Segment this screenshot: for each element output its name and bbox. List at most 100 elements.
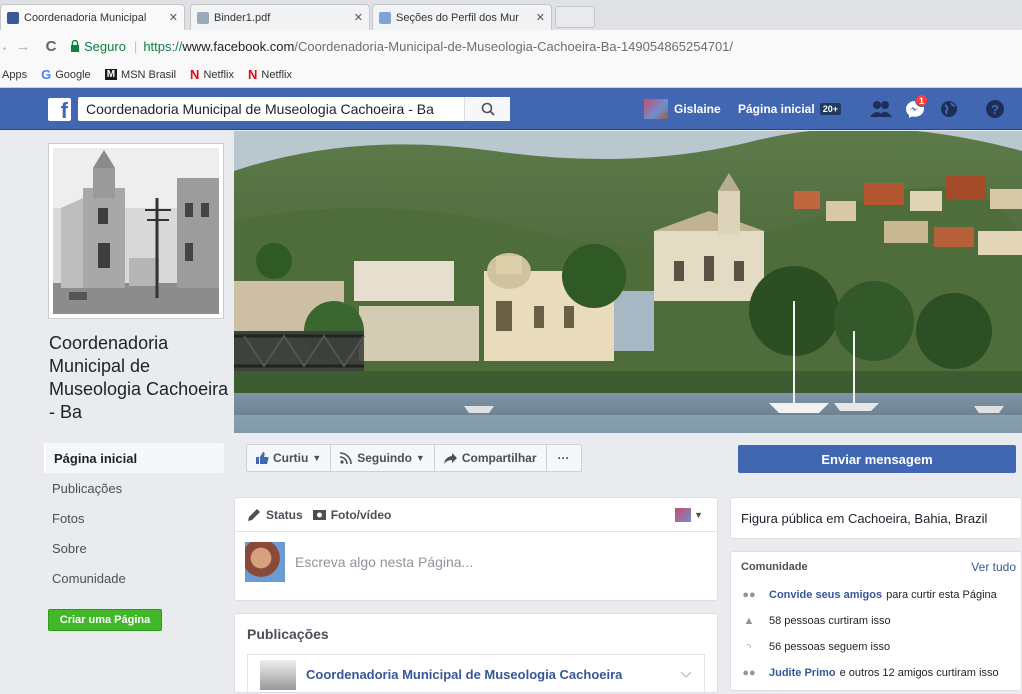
send-message-button[interactable]: Enviar mensagem	[738, 445, 1016, 473]
url-host: www.facebook.com	[182, 38, 295, 54]
tab-label: Foto/vídeo	[330, 507, 392, 522]
page-profile-picture[interactable]	[48, 143, 224, 319]
bookmark-label: Netflix	[203, 68, 234, 81]
notifications-button[interactable]	[936, 98, 962, 120]
browser-tab-pdf[interactable]: Binder1.pdf ✕	[190, 4, 370, 30]
pencil-icon	[248, 508, 260, 521]
share-button[interactable]: Compartilhar	[433, 444, 547, 472]
profile-link[interactable]: Gislaine	[644, 99, 721, 119]
user-name: Gislaine	[674, 102, 721, 116]
pdf-favicon-icon	[197, 11, 209, 24]
page-category: Figura pública em Cachoeira, Bahia, Braz…	[741, 510, 988, 526]
post-header: Coordenadoria Municipal de Museologia Ca…	[247, 654, 705, 694]
invite-friends-link[interactable]: Convide seus amigos	[769, 589, 882, 601]
page-actions: Curtiu ▼ Seguindo ▼ Compartilhar ···	[246, 444, 582, 472]
bookmark-label: Apps	[2, 68, 28, 81]
friends-icon: ●●	[742, 667, 756, 679]
sidebar-item-community[interactable]: Comunidade	[44, 563, 224, 593]
bookmark-netflix[interactable]: N Netflix	[190, 67, 234, 82]
home-label: Página inicial	[738, 102, 815, 116]
search-button[interactable]	[464, 97, 510, 121]
address-bar[interactable]: Seguro | https://www.facebook.com/Coorde…	[70, 34, 1022, 58]
invite-friends-row: ●● Convide seus amigos para curtir esta …	[731, 582, 1021, 608]
caret-down-icon: ▼	[312, 453, 322, 463]
tab-photo-video[interactable]: Foto/vídeo	[312, 507, 392, 522]
likes-row: ▲ 58 pessoas curtiram isso	[731, 608, 1021, 634]
friends-liked-row: ●● Judite Primo e outros 12 amigos curti…	[731, 660, 1021, 686]
more-options-button[interactable]: ···	[545, 444, 582, 472]
friends-icon	[870, 101, 892, 117]
town-river-photo-image	[234, 131, 1022, 433]
post-avatar[interactable]	[260, 659, 296, 690]
globe-icon	[941, 101, 957, 117]
netflix-icon: N	[248, 67, 258, 82]
google-icon: G	[41, 67, 52, 82]
close-tab-icon[interactable]: ✕	[354, 11, 363, 24]
tab-status[interactable]: Status	[247, 508, 303, 522]
back-arrow-icon[interactable]: ←	[0, 38, 6, 55]
tab-title: Binder1.pdf	[214, 11, 271, 24]
thumbs-up-icon: ▲	[743, 615, 755, 627]
friends-liked-text: e outros 12 amigos curtiram isso	[839, 667, 999, 679]
reload-icon[interactable]: C	[40, 38, 62, 55]
composer-input-area[interactable]: Escreva algo nesta Página...	[235, 532, 717, 592]
follows-row: ◝ 56 pessoas seguem isso	[731, 634, 1021, 660]
netflix-icon: N	[190, 67, 200, 82]
sidebar-item-label: Página inicial	[54, 450, 138, 466]
see-all-link[interactable]: Ver tudo	[971, 560, 1016, 574]
bookmark-msn[interactable]: M MSN Brasil	[104, 68, 177, 81]
community-title: Comunidade	[741, 561, 808, 573]
posts-heading: Publicações	[247, 626, 329, 642]
close-tab-icon[interactable]: ✕	[536, 11, 545, 24]
bookmark-google[interactable]: G Google	[41, 67, 91, 82]
search-icon	[481, 102, 495, 116]
browser-tab-secoes[interactable]: Seções do Perfil dos Mur ✕	[372, 4, 552, 30]
bookmark-label: MSN Brasil	[121, 68, 177, 81]
composer-tabs: Status Foto/vídeo ▼	[235, 498, 717, 532]
browser-tab-facebook[interactable]: Coordenadoria Municipal ✕	[0, 4, 185, 30]
messages-button[interactable]: 1	[902, 94, 928, 120]
sidebar-item-label: Comunidade	[52, 570, 126, 586]
tab-label: Status	[266, 507, 303, 522]
bookmark-netflix-2[interactable]: N Netflix	[248, 67, 292, 82]
follows-count: 56 pessoas seguem isso	[769, 641, 891, 653]
search-value: Coordenadoria Municipal de Museologia Ca…	[86, 101, 434, 117]
more-label: ···	[557, 451, 570, 465]
sidebar-item-home[interactable]: Página inicial	[44, 443, 224, 473]
friends-icon: ●●	[742, 589, 756, 601]
post-author-link[interactable]: Coordenadoria Municipal de Museologia Ca…	[306, 667, 680, 682]
omnibox-separator: |	[133, 38, 138, 54]
sidebar-item-posts[interactable]: Publicações	[44, 473, 224, 503]
friend-requests-button[interactable]	[868, 98, 894, 120]
sidebar-item-label: Sobre	[52, 540, 87, 556]
create-page-button[interactable]: Criar uma Página	[48, 609, 162, 631]
url-path: /Coordenadoria-Municipal-de-Museologia-C…	[294, 38, 734, 54]
avatar	[644, 99, 668, 119]
messages-badge: 1	[915, 94, 928, 107]
sidebar-item-about[interactable]: Sobre	[44, 533, 224, 563]
share-label: Compartilhar	[461, 451, 537, 465]
bookmark-apps[interactable]: Apps	[2, 69, 27, 81]
new-tab-button[interactable]	[555, 6, 595, 28]
friend-name-link[interactable]: Judite Primo	[769, 667, 836, 679]
help-button[interactable]: ?	[982, 98, 1008, 120]
sidebar-item-photos[interactable]: Fotos	[44, 503, 224, 533]
follow-button[interactable]: Seguindo ▼	[330, 444, 435, 472]
post-as-selector[interactable]: ▼	[675, 507, 703, 522]
cover-photo[interactable]	[234, 131, 1022, 433]
post-composer: Status Foto/vídeo ▼ Escreva algo nesta P…	[234, 497, 718, 601]
rss-icon: ◝	[746, 641, 752, 654]
sidebar-item-label: Publicações	[52, 480, 123, 496]
msn-icon: M	[104, 69, 118, 80]
close-tab-icon[interactable]: ✕	[169, 11, 178, 24]
forward-arrow-icon[interactable]: →	[12, 38, 34, 55]
home-link[interactable]: Página inicial 20+	[738, 102, 841, 116]
search-input[interactable]: Coordenadoria Municipal de Museologia Ca…	[78, 97, 510, 121]
follow-label: Seguindo	[357, 451, 412, 465]
caret-down-icon: ▼	[415, 453, 425, 463]
sidebar-item-label: Fotos	[52, 510, 85, 526]
like-button[interactable]: Curtiu ▼	[246, 444, 332, 472]
chevron-down-icon[interactable]	[680, 670, 692, 679]
facebook-logo-icon[interactable]: f	[48, 98, 71, 121]
page-title: Coordenadoria Municipal de Museologia Ca…	[49, 333, 229, 422]
